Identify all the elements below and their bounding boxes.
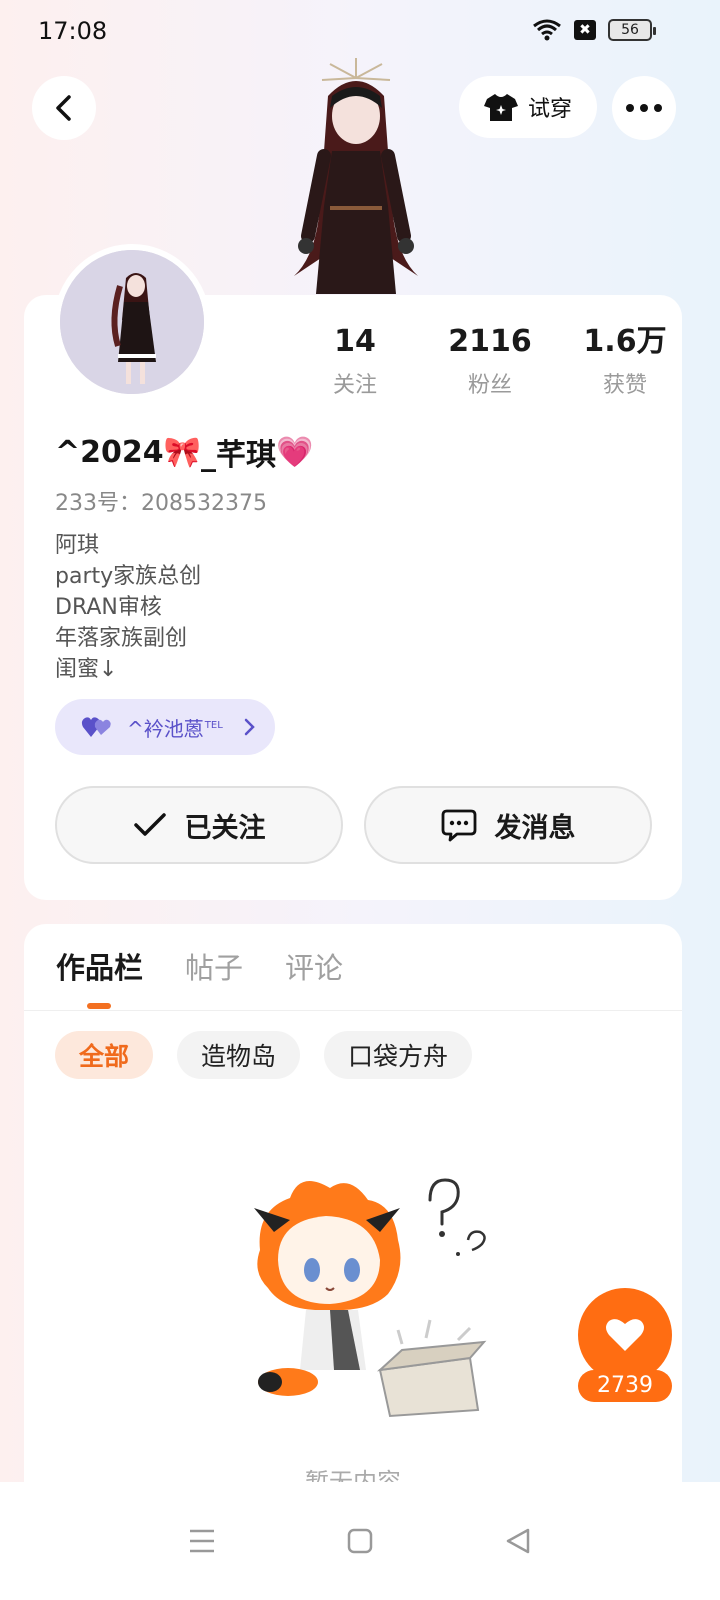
bio-line: party家族总创 (55, 564, 202, 589)
notification-x-icon: ✖ (574, 20, 596, 40)
like-button[interactable] (578, 1288, 672, 1382)
heart-icon (606, 1319, 644, 1351)
status-time: 17:08 (38, 17, 108, 45)
back-button[interactable] (32, 76, 96, 140)
stat-label: 粉丝 (467, 373, 512, 398)
tab-posts[interactable]: 帖子 (185, 945, 243, 987)
partner-chip[interactable]: ^衿池蒽TEL (55, 699, 275, 755)
stat-value: 2116 (448, 324, 532, 359)
filter-all[interactable]: 全部 (55, 1031, 154, 1079)
tab-indicator (87, 1003, 111, 1009)
double-heart-icon (81, 717, 111, 737)
bio-line: 闺蜜↓ (55, 657, 118, 682)
avatar-3d-figure (268, 56, 444, 296)
stat-label: 关注 (332, 373, 377, 398)
more-dots-icon (626, 104, 662, 112)
status-bar: 17:08 ✖ 56 (0, 0, 720, 64)
partner-name: ^衿池蒽TEL (127, 716, 223, 741)
following-button[interactable]: 已关注 (55, 786, 343, 864)
battery-icon: 56 (608, 19, 656, 41)
stat-likes[interactable]: 1.6万 获赞 (570, 325, 680, 399)
stat-value: 14 (334, 324, 376, 359)
works-filters: 全部 造物岛 口袋方舟 (55, 1031, 473, 1079)
tab-comments[interactable]: 评论 (285, 945, 343, 987)
empty-state-illustration (230, 1160, 500, 1430)
wifi-icon (533, 19, 561, 41)
tab-works[interactable]: 作品栏 (56, 945, 143, 987)
tshirt-icon (483, 94, 518, 121)
bio-line: DRAN审核 (55, 595, 162, 620)
profile-stats: 14 关注 2116 粉丝 1.6万 获赞 (300, 325, 680, 399)
bio-line: 年落家族副创 (55, 626, 188, 651)
stat-label: 获赞 (602, 373, 647, 398)
username-prefix: ^2024 (55, 434, 164, 470)
more-button[interactable] (612, 76, 676, 140)
user-id: 233号：208532375 (55, 491, 267, 516)
menu-icon[interactable] (188, 1528, 216, 1554)
filter-pocket-ark[interactable]: 口袋方舟 (324, 1031, 473, 1079)
stat-value: 1.6万 (583, 324, 667, 359)
tab-divider (24, 1010, 682, 1011)
like-count: 2739 (578, 1370, 672, 1402)
try-on-button[interactable]: 试穿 (459, 76, 597, 138)
heart-icon: 💗 (276, 434, 314, 470)
send-message-button[interactable]: 发消息 (364, 786, 652, 864)
back-triangle-icon[interactable] (504, 1527, 532, 1555)
ribbon-icon: 🎀 (163, 434, 201, 470)
stat-following[interactable]: 14 关注 (300, 325, 410, 399)
stat-followers[interactable]: 2116 粉丝 (435, 325, 545, 399)
chat-bubble-icon (441, 809, 476, 842)
following-label: 已关注 (184, 812, 266, 844)
status-icons: ✖ 56 (532, 18, 656, 42)
home-icon[interactable] (346, 1527, 374, 1555)
filter-creation-island[interactable]: 造物岛 (177, 1031, 301, 1079)
check-icon (133, 813, 166, 836)
system-nav-bar (0, 1482, 720, 1600)
chevron-left-icon (56, 95, 71, 121)
try-on-label: 试穿 (527, 97, 572, 122)
username-main: _芊琪 (201, 438, 276, 473)
partner-tm: TEL (204, 719, 223, 731)
bio: 阿琪 party家族总创 DRAN审核 年落家族副创 闺蜜↓ (55, 530, 201, 685)
send-message-label: 发消息 (494, 812, 576, 844)
avatar[interactable] (54, 244, 210, 400)
chevron-right-icon (244, 718, 255, 736)
works-tabs: 作品栏 帖子 评论 (56, 945, 343, 987)
bio-line: 阿琪 (55, 533, 100, 558)
username: ^2024 🎀 _芊琪 💗 (55, 430, 313, 474)
